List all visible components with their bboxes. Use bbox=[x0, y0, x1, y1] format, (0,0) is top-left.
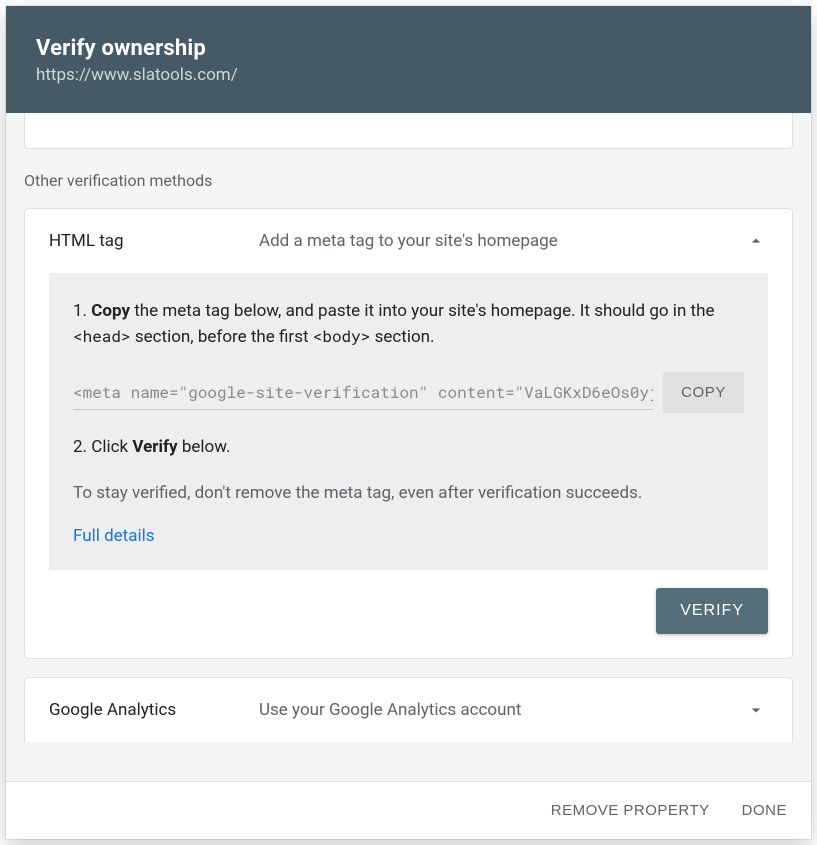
meta-tag-row: COPY bbox=[73, 372, 744, 413]
method-desc: Add a meta tag to your site's homepage bbox=[259, 231, 744, 251]
stay-verified-text: To stay verified, don't remove the meta … bbox=[73, 481, 744, 507]
other-verification-methods-label: Other verification methods bbox=[6, 149, 811, 208]
dialog-title: Verify ownership bbox=[36, 36, 781, 61]
meta-tag-input[interactable] bbox=[73, 376, 653, 410]
step1-prefix: 1. bbox=[73, 301, 91, 321]
done-button[interactable]: DONE bbox=[742, 802, 787, 819]
method-card-html-tag: HTML tag Add a meta tag to your site's h… bbox=[24, 208, 793, 659]
chevron-down-icon bbox=[744, 698, 768, 722]
step1-code-body: <body> bbox=[313, 326, 371, 347]
dialog-footer: REMOVE PROPERTY DONE bbox=[6, 781, 811, 839]
step1-bold: Copy bbox=[91, 301, 130, 321]
dialog-property-url: https://www.slatools.com/ bbox=[36, 65, 781, 85]
verify-ownership-dialog: Verify ownership https://www.slatools.co… bbox=[6, 6, 811, 839]
step1-mid2: section, before the first bbox=[131, 327, 313, 347]
step2-prefix: 2. Click bbox=[73, 437, 132, 457]
chevron-up-icon bbox=[744, 229, 768, 253]
verify-button[interactable]: VERIFY bbox=[656, 588, 768, 634]
method-header-google-analytics[interactable]: Google Analytics Use your Google Analyti… bbox=[25, 678, 792, 742]
step-1-text: 1. Copy the meta tag below, and paste it… bbox=[73, 299, 744, 350]
copy-button[interactable]: COPY bbox=[663, 372, 744, 413]
step1-code-head: <head> bbox=[73, 326, 131, 347]
method-name: Google Analytics bbox=[49, 700, 259, 720]
previous-card-bottom bbox=[24, 113, 793, 149]
dialog-content: Other verification methods HTML tag Add … bbox=[6, 113, 811, 781]
step2-suffix: below. bbox=[178, 437, 231, 457]
step1-mid: the meta tag below, and paste it into yo… bbox=[130, 301, 714, 321]
instructions-panel: 1. Copy the meta tag below, and paste it… bbox=[49, 273, 768, 570]
dialog-header: Verify ownership https://www.slatools.co… bbox=[6, 6, 811, 113]
method-body-html-tag: 1. Copy the meta tag below, and paste it… bbox=[25, 273, 792, 658]
step1-suffix: section. bbox=[370, 327, 434, 347]
method-name: HTML tag bbox=[49, 231, 259, 251]
method-desc: Use your Google Analytics account bbox=[259, 700, 744, 720]
remove-property-button[interactable]: REMOVE PROPERTY bbox=[551, 802, 710, 819]
full-details-link[interactable]: Full details bbox=[73, 526, 155, 546]
verify-row: VERIFY bbox=[49, 570, 768, 634]
method-header-html-tag[interactable]: HTML tag Add a meta tag to your site's h… bbox=[25, 209, 792, 273]
method-card-google-analytics: Google Analytics Use your Google Analyti… bbox=[24, 677, 793, 742]
step-2-text: 2. Click Verify below. bbox=[73, 435, 744, 461]
step2-bold: Verify bbox=[132, 437, 177, 457]
